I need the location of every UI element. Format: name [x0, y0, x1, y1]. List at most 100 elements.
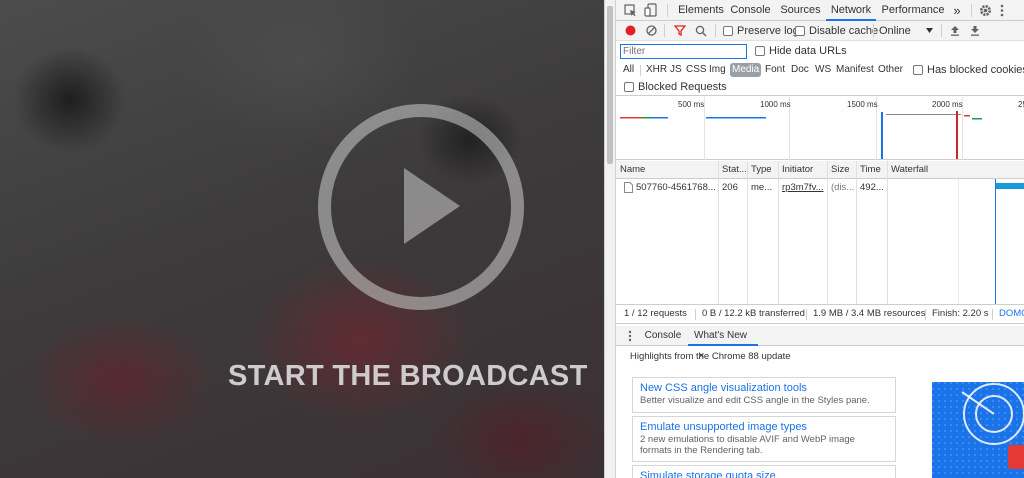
cell-name[interactable]: 507760-4561768... [632, 179, 718, 196]
video-title: START THE BROADCAST [228, 360, 588, 392]
status-resources: 1.9 MB / 3.4 MB resources [813, 308, 926, 319]
export-har-icon[interactable] [970, 25, 980, 36]
drawer-tab-bar: Console What's New × [616, 326, 1024, 362]
whats-new-heading: Highlights from the Chrome 88 update [630, 351, 791, 362]
drawer-tab-whats-new[interactable]: What's New × [688, 326, 758, 362]
drawer-tab-whats-new-label: What's New [694, 330, 748, 341]
overview-bars [620, 111, 982, 159]
type-img[interactable]: Img [707, 63, 728, 77]
throttling-select[interactable]: Online [879, 25, 911, 37]
network-status-bar: 1 / 12 requests 0 B / 12.2 kB transferre… [616, 304, 1024, 324]
filter-input[interactable] [620, 44, 747, 59]
has-blocked-cookies-label: Has blocked cookies [927, 64, 1024, 76]
column-initiator[interactable]: Initiator [778, 161, 827, 179]
play-icon[interactable] [404, 168, 460, 244]
tab-network[interactable]: Network [826, 0, 876, 21]
type-divider [640, 65, 641, 76]
devtools-tab-bar: Elements Console Sources Network Perform… [616, 0, 1024, 21]
waterfall-bar [996, 183, 1024, 189]
blocked-requests-checkbox[interactable] [624, 82, 634, 92]
status-requests: 1 / 12 requests [624, 308, 687, 319]
type-ws[interactable]: WS [813, 63, 833, 77]
feature-card-title[interactable]: New CSS angle visualization tools [640, 381, 888, 395]
promo-accent [1008, 445, 1024, 469]
feature-card-desc: 2 new emulations to disable AVIF and Web… [640, 434, 855, 456]
record-icon[interactable] [625, 25, 636, 36]
tab-console[interactable]: Console [728, 0, 773, 21]
feature-card-title[interactable]: Simulate storage quota size [640, 469, 888, 478]
kebab-menu-icon[interactable] [999, 4, 1005, 17]
video-player[interactable]: START THE BROADCAST [0, 0, 604, 478]
device-toolbar-icon[interactable] [644, 3, 658, 18]
cell-type: me... [751, 182, 773, 193]
cell-status: 206 [722, 182, 738, 193]
inspect-element-icon[interactable] [624, 4, 637, 17]
network-overview[interactable]: 500 ms 1000 ms 1500 ms 2000 ms 25 [616, 97, 1024, 160]
cell-size: (dis... [831, 182, 855, 193]
network-toolbar: Preserve log Disable cache Online [616, 21, 1024, 41]
drawer-menu-icon[interactable] [628, 330, 632, 342]
column-time[interactable]: Time [856, 161, 887, 179]
cell-time: 492... [860, 182, 884, 193]
column-size[interactable]: Size [827, 161, 856, 179]
toolbar-divider [941, 24, 942, 37]
column-name[interactable]: Name [616, 161, 718, 179]
type-css[interactable]: CSS [684, 63, 709, 77]
status-divider [925, 309, 926, 320]
blocked-requests-row: Blocked Requests [616, 79, 1024, 96]
search-icon[interactable] [695, 25, 707, 37]
resource-type-filter: All XHR JS CSS Img Media Font Doc WS Man… [616, 61, 1024, 79]
feature-card-title[interactable]: Emulate unsupported image types [640, 420, 888, 434]
type-manifest[interactable]: Manifest [834, 63, 876, 77]
clear-icon[interactable] [646, 25, 657, 36]
status-divider [806, 309, 807, 320]
preserve-log-checkbox[interactable] [723, 26, 733, 36]
type-all[interactable]: All [621, 63, 636, 77]
type-xhr[interactable]: XHR [644, 63, 669, 77]
scrollbar-thumb[interactable] [607, 6, 613, 164]
column-status[interactable]: Stat... [718, 161, 747, 179]
column-type[interactable]: Type [747, 161, 778, 179]
page-scrollbar[interactable] [604, 0, 616, 478]
toolbar-divider [715, 24, 716, 37]
dropdown-arrow-icon[interactable] [926, 28, 933, 33]
type-other[interactable]: Other [876, 63, 905, 77]
devtools-panel: Elements Console Sources Network Perform… [616, 0, 1024, 478]
toolbar-divider [664, 24, 665, 37]
cell-initiator-link[interactable]: rp3m7fv... [778, 179, 827, 196]
waterfall-gridline [958, 179, 959, 304]
settings-gear-icon[interactable] [979, 4, 992, 17]
waterfall-dom-marker [995, 179, 996, 304]
tab-sources[interactable]: Sources [778, 0, 823, 21]
import-har-icon[interactable] [950, 25, 960, 36]
filter-row: Hide data URLs [616, 41, 1024, 61]
column-waterfall[interactable]: Waterfall [887, 161, 1024, 179]
disable-cache-checkbox[interactable] [795, 26, 805, 36]
screen: START THE BROADCAST Elements Console Sou… [0, 0, 1024, 478]
disable-cache-label: Disable cache [809, 25, 879, 37]
feature-card[interactable]: New CSS angle visualization tools Better… [632, 377, 896, 413]
toolbar-divider [971, 4, 972, 17]
feature-card-desc: Better visualize and edit CSS angle in t… [640, 395, 870, 406]
tab-performance[interactable]: Performance [880, 0, 946, 21]
filter-icon[interactable] [674, 25, 686, 36]
toolbar-divider [667, 4, 668, 17]
tab-elements[interactable]: Elements [676, 0, 726, 21]
type-media[interactable]: Media [730, 63, 762, 77]
type-doc[interactable]: Doc [789, 63, 811, 77]
type-font[interactable]: Font [763, 63, 787, 77]
status-finish: Finish: 2.20 s [932, 308, 989, 319]
table-row[interactable]: 507760-4561768... 206 me... rp3m7fv... (… [616, 179, 1024, 196]
status-domcontentloaded: DOMC [999, 308, 1024, 319]
more-tabs-button[interactable]: » [949, 0, 965, 21]
toolbar-divider [873, 24, 874, 37]
hide-data-urls-checkbox[interactable] [755, 46, 765, 56]
status-divider [992, 309, 993, 320]
drawer-tab-console[interactable]: Console [642, 326, 684, 346]
type-js[interactable]: JS [668, 63, 684, 77]
has-blocked-cookies-checkbox[interactable] [913, 65, 923, 75]
feature-card[interactable]: Simulate storage quota size [632, 465, 896, 478]
hide-data-urls-label: Hide data URLs [769, 45, 847, 57]
preserve-log-label: Preserve log [737, 25, 799, 37]
feature-card[interactable]: Emulate unsupported image types 2 new em… [632, 416, 896, 462]
